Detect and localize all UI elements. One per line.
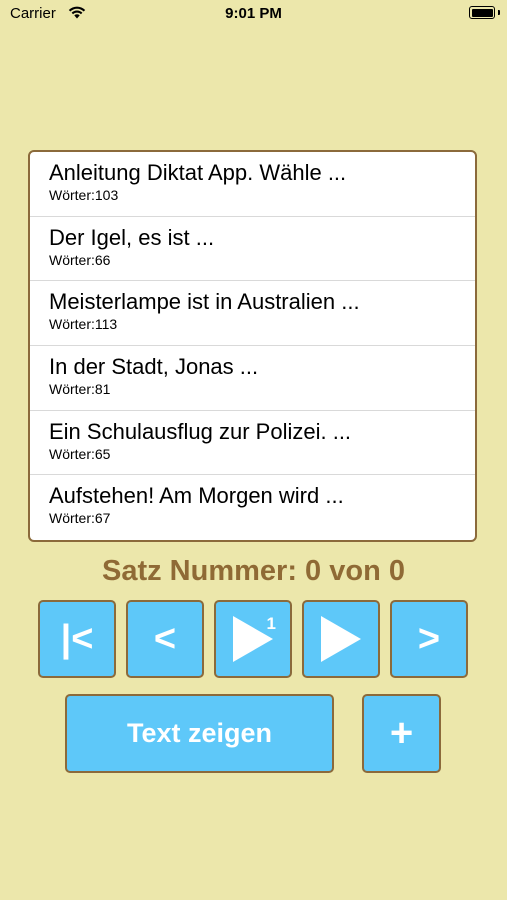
list-item[interactable]: In der Stadt, Jonas ... Wörter:81 bbox=[30, 346, 475, 411]
next-label: > bbox=[417, 617, 441, 660]
item-word-count: Wörter:67 bbox=[49, 510, 111, 527]
item-title: Meisterlampe ist in Australien ... bbox=[49, 289, 360, 315]
item-word-count: Wörter:113 bbox=[49, 316, 118, 333]
list-item[interactable]: Ein Schulausflug zur Polizei. ... Wörter… bbox=[30, 411, 475, 476]
item-title: Anleitung Diktat App. Wähle ... bbox=[49, 160, 347, 185]
item-title: Aufstehen! Am Morgen wird ... bbox=[49, 483, 344, 509]
item-title: Der Igel, es ist ... bbox=[49, 224, 215, 250]
first-sentence-button[interactable]: |< bbox=[38, 600, 116, 678]
battery-cap bbox=[498, 10, 500, 15]
item-word-count: Wörter:66 bbox=[49, 251, 111, 268]
plus-icon: + bbox=[389, 711, 414, 755]
next-sentence-button[interactable]: > bbox=[390, 600, 468, 678]
list-item[interactable]: Der Igel, es ist ... Wörter:66 bbox=[30, 217, 475, 282]
list-item[interactable]: Anleitung Diktat App. Wähle ... Wörter:1… bbox=[30, 152, 475, 217]
previous-label: < bbox=[153, 617, 177, 660]
item-word-count: Wörter:81 bbox=[49, 381, 111, 398]
item-word-count: Wörter:103 bbox=[49, 187, 119, 203]
play-once-button[interactable]: 1 bbox=[214, 600, 292, 678]
item-title: Ein Schulausflug zur Polizei. ... bbox=[49, 418, 352, 444]
play-icon bbox=[321, 616, 361, 662]
add-button[interactable]: + bbox=[362, 694, 441, 773]
first-label: |< bbox=[60, 617, 94, 660]
play-once-badge: 1 bbox=[266, 614, 276, 633]
previous-sentence-button[interactable]: < bbox=[126, 600, 204, 678]
clock: 9:01 PM bbox=[225, 5, 282, 22]
battery-icon bbox=[469, 6, 495, 19]
show-text-label: Text zeigen bbox=[126, 718, 273, 748]
status-bar: Carrier 9:01 PM bbox=[0, 0, 507, 30]
text-list[interactable]: Anleitung Diktat App. Wähle ... Wörter:1… bbox=[28, 150, 477, 542]
list-item[interactable]: Meisterlampe ist in Australien ... Wörte… bbox=[30, 281, 475, 347]
list-item[interactable]: Aufstehen! Am Morgen wird ... Wörter:67 bbox=[30, 475, 475, 540]
sentence-counter: Satz Nummer: 0 von 0 bbox=[102, 555, 405, 587]
show-text-button[interactable]: Text zeigen bbox=[65, 694, 334, 773]
play-button[interactable] bbox=[302, 600, 380, 678]
item-word-count: Wörter:65 bbox=[49, 445, 111, 462]
item-title: In der Stadt, Jonas ... bbox=[49, 354, 259, 380]
